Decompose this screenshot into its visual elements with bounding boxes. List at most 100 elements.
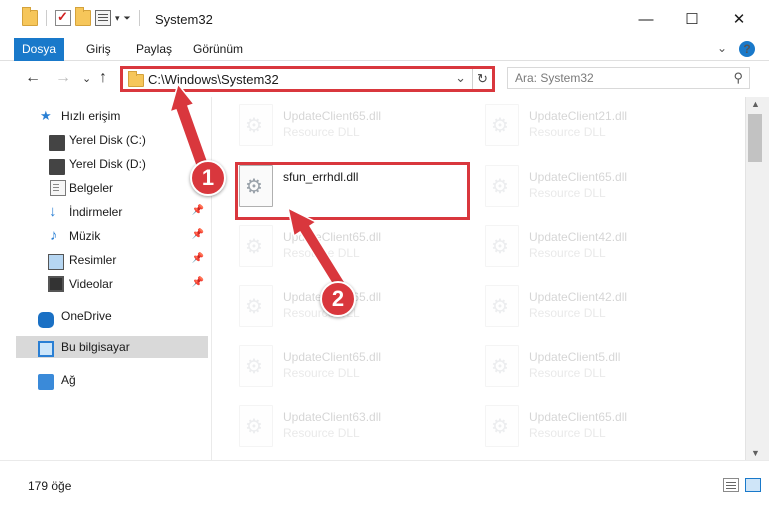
sidebar-item-label: Ağ: [61, 373, 76, 387]
scrollbar-thumb[interactable]: [748, 114, 762, 162]
tab-share[interactable]: Paylaş: [128, 38, 180, 61]
sidebar-item-this-pc[interactable]: Bu bilgisayar: [16, 336, 208, 358]
sidebar-item-label: OneDrive: [61, 309, 112, 323]
pin-icon[interactable]: 📌: [192, 277, 204, 288]
sidebar-item-network[interactable]: Ağ: [0, 369, 210, 391]
gear-icon: ⚙: [245, 356, 263, 378]
refresh-icon[interactable]: ↻: [472, 69, 492, 89]
file-item[interactable]: ⚙ UpdateClient42.dll Resource DLL: [483, 282, 723, 338]
up-arrow-icon[interactable]: ↑: [99, 69, 107, 87]
scroll-down-icon[interactable]: ▼: [751, 448, 760, 458]
drive-icon: [49, 159, 65, 175]
sidebar-item-local-disk-d[interactable]: Yerel Disk (D:): [0, 153, 210, 175]
tab-home[interactable]: Giriş: [78, 38, 119, 61]
scroll-up-icon[interactable]: ▲: [751, 99, 760, 109]
minimize-button[interactable]: —: [623, 0, 669, 38]
file-item[interactable]: ⚙ UpdateClient65.dll Resource DLL: [237, 101, 477, 157]
drive-icon: [49, 135, 65, 151]
file-item[interactable]: ⚙ UpdateClient63.dll Resource DLL: [237, 402, 477, 458]
sidebar-item-onedrive[interactable]: OneDrive: [0, 305, 210, 328]
step-marker-1: 1: [190, 160, 226, 196]
large-icons-view-icon[interactable]: [745, 478, 761, 492]
pin-icon[interactable]: 📌: [192, 205, 204, 216]
sidebar-item-quick-access[interactable]: ★ Hızlı erişim: [0, 105, 210, 127]
file-type: Resource DLL: [529, 186, 606, 200]
file-name: UpdateClient42.dll: [529, 230, 628, 244]
file-type: Resource DLL: [283, 125, 360, 139]
sidebar-item-local-disk-c[interactable]: Yerel Disk (C:): [0, 129, 210, 151]
documents-icon: [50, 180, 66, 196]
tab-view[interactable]: Görünüm: [185, 38, 251, 61]
file-item[interactable]: ⚙ UpdateClient65.dll Resource DLL: [483, 402, 723, 458]
dll-file-icon: ⚙: [485, 285, 519, 327]
folder-icon[interactable]: [22, 7, 38, 26]
file-name: UpdateClient65.dll: [283, 109, 382, 123]
gear-icon: ⚙: [491, 296, 509, 318]
file-item[interactable]: ⚙ UpdateClient65.dll Resource DLL: [237, 282, 477, 338]
file-name: UpdateClient65.dll: [283, 350, 382, 364]
this-pc-icon: [38, 341, 54, 357]
search-box[interactable]: ⚲: [507, 67, 750, 89]
file-item[interactable]: ⚙ UpdateClient65.dll Resource DLL: [483, 162, 723, 218]
new-folder-icon[interactable]: [75, 7, 91, 26]
view-options-icon[interactable]: [95, 10, 111, 26]
pin-icon[interactable]: 📌: [192, 253, 204, 264]
file-type: Resource DLL: [529, 125, 606, 139]
file-highlight-box: [235, 162, 470, 220]
file-item[interactable]: ⚙ UpdateClient21.dll Resource DLL: [483, 101, 723, 157]
close-button[interactable]: ✕: [716, 0, 762, 38]
vertical-scrollbar[interactable]: ▲ ▼: [745, 97, 769, 460]
sidebar-item-label: Bu bilgisayar: [61, 340, 130, 354]
back-arrow-icon[interactable]: ←: [25, 69, 41, 87]
file-item[interactable]: ⚙ UpdateClient5.dll Resource DLL: [483, 342, 723, 398]
sidebar-item-label: Müzik: [69, 229, 101, 243]
details-view-icon[interactable]: [723, 478, 739, 492]
file-type: Resource DLL: [283, 246, 360, 260]
file-type: Resource DLL: [529, 426, 606, 440]
title-bar: ▾ ⏷ System32 — ☐ ✕: [0, 0, 769, 38]
recent-locations-icon[interactable]: ⌄: [82, 72, 91, 85]
sidebar-item-documents[interactable]: Belgeler: [0, 177, 210, 199]
file-type: Resource DLL: [529, 246, 606, 260]
address-path[interactable]: C:\Windows\System32: [148, 72, 279, 87]
navigation-bar: ← → ⌄ ↑ C:\Windows\System32 ⌄ ↻ ⚲: [0, 61, 769, 95]
expand-ribbon-icon[interactable]: ⌄: [717, 41, 727, 57]
search-input[interactable]: [515, 70, 715, 86]
gear-icon: ⚙: [245, 236, 263, 258]
help-icon[interactable]: ?: [739, 41, 755, 57]
maximize-button[interactable]: ☐: [669, 0, 715, 38]
sidebar-item-label: Hızlı erişim: [61, 109, 121, 123]
file-item[interactable]: ⚙ UpdateClient42.dll Resource DLL: [483, 222, 723, 278]
status-bar: 179 öğe: [0, 460, 769, 512]
pin-icon[interactable]: 📌: [192, 229, 204, 240]
file-name: UpdateClient65.dll: [283, 230, 382, 244]
window-title: System32: [155, 12, 213, 27]
sidebar-item-downloads[interactable]: ↓ İndirmeler 📌: [0, 201, 210, 223]
file-item[interactable]: ⚙ UpdateClient65.dll Resource DLL: [237, 222, 477, 278]
file-item[interactable]: ⚙ UpdateClient65.dll Resource DLL: [237, 342, 477, 398]
title-separator: [138, 10, 140, 26]
sidebar-item-label: Videolar: [69, 277, 113, 291]
gear-icon: ⚙: [491, 115, 509, 137]
file-name: UpdateClient42.dll: [529, 290, 628, 304]
sidebar-item-pictures[interactable]: Resimler 📌: [0, 249, 210, 271]
dll-file-icon: ⚙: [485, 345, 519, 387]
tab-file[interactable]: Dosya: [14, 38, 64, 61]
dll-file-icon: ⚙: [485, 405, 519, 447]
forward-arrow-icon[interactable]: →: [55, 69, 71, 87]
file-type: Resource DLL: [283, 426, 360, 440]
address-dropdown-icon[interactable]: ⌄: [455, 70, 466, 86]
address-folder-icon: [128, 71, 144, 87]
sidebar-item-label: İndirmeler: [69, 205, 123, 219]
properties-check-icon[interactable]: [55, 9, 71, 26]
search-icon[interactable]: ⚲: [733, 70, 743, 86]
sidebar-item-music[interactable]: ♪ Müzik 📌: [0, 225, 210, 247]
toolbar-dropdown-icon[interactable]: ▾: [115, 13, 120, 24]
address-bar[interactable]: C:\Windows\System32 ⌄ ↻: [120, 66, 495, 92]
dll-file-icon: ⚙: [485, 104, 519, 146]
dll-file-icon: ⚙: [239, 225, 273, 267]
file-type: Resource DLL: [529, 306, 606, 320]
videos-icon: [48, 276, 64, 292]
sidebar-item-videos[interactable]: Videolar 📌: [0, 273, 210, 295]
customize-toolbar-icon[interactable]: ⏷: [124, 13, 131, 24]
